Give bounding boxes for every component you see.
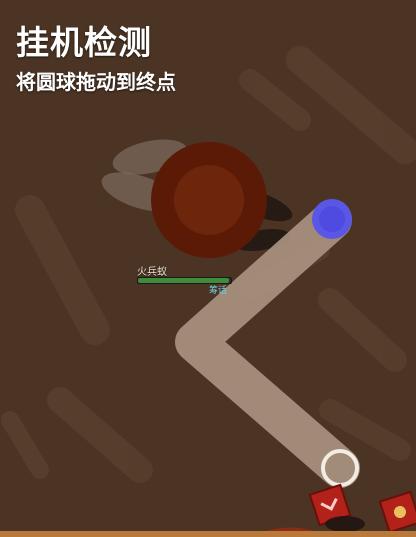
unit-name-label: 火兵蚁: [137, 267, 167, 278]
instruction-text: 将圆球拖动到终点: [16, 70, 176, 94]
bottom-frame: [0, 531, 416, 537]
enemy-shadow: [325, 516, 365, 532]
page-title: 挂机检测: [16, 23, 152, 62]
unit-tag-label: 筹话: [209, 286, 228, 296]
drag-ball-inner: [319, 206, 345, 232]
target-ring: [321, 449, 359, 487]
enemy-unit-core: [174, 165, 244, 235]
